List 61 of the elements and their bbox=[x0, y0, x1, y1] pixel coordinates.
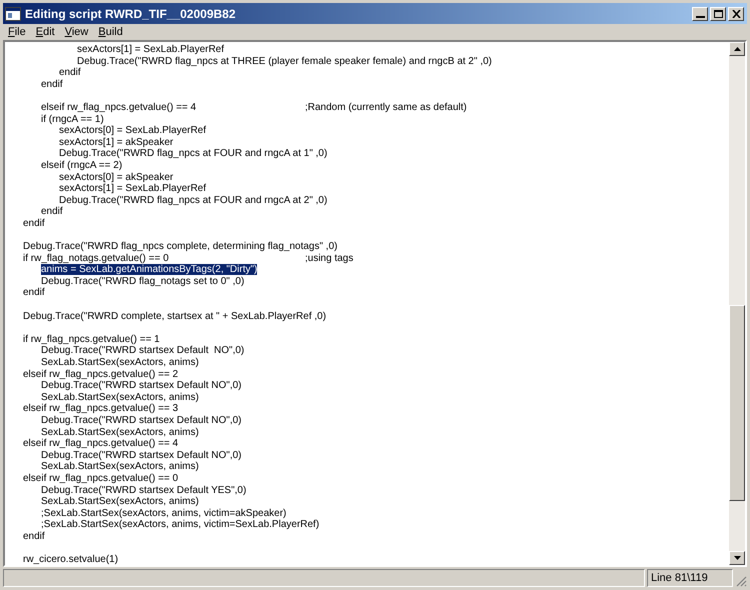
code-line: Debug.Trace("RWRD startsex Default YES",0) bbox=[41, 484, 246, 496]
resize-grip-icon bbox=[735, 575, 747, 587]
code-line: Debug.Trace("RWRD startsex Default NO",0) bbox=[41, 450, 242, 461]
menu-item[interactable]: Build bbox=[98, 24, 123, 40]
code-line: if rw_flag_notags.getvalue() == 0 bbox=[23, 252, 169, 264]
code-line: elseif rw_flag_npcs.getvalue() == 3 bbox=[23, 403, 178, 414]
code-line: SexLab.StartSex(sexActors, anims) bbox=[41, 357, 199, 368]
window-title: Editing script RWRD_TIF__02009B82 bbox=[25, 6, 237, 22]
code-line: if rw_flag_npcs.getvalue() == 1 bbox=[23, 334, 160, 345]
code-line: endif bbox=[59, 67, 81, 78]
minimize-button[interactable] bbox=[692, 6, 708, 20]
code-comment: ;Random (currently same as default) bbox=[305, 102, 467, 114]
code-line: elseif rw_flag_npcs.getvalue() == 4 bbox=[41, 102, 196, 113]
code-line: sexActors[0] = SexLab.PlayerRef bbox=[59, 125, 206, 136]
code-line: elseif rw_flag_npcs.getvalue() == 2 bbox=[23, 368, 178, 380]
menu-item[interactable]: Edit bbox=[36, 24, 55, 40]
code-line: endif bbox=[23, 287, 45, 298]
code-line: ;SexLab.StartSex(sexActors, anims, victim=SexLab.PlayerRef) bbox=[41, 519, 320, 530]
code-line: Debug.Trace("RWRD complete, startsex at " + SexLab.PlayerRef ,0) bbox=[23, 310, 326, 322]
code-line: elseif rw_flag_npcs.getvalue() == 4 bbox=[23, 438, 178, 450]
maximize-icon bbox=[714, 10, 722, 18]
code-line: Debug.Trace("RWRD flag_npcs at THREE (player female speaker female) and rngcB at 2" ,0) bbox=[77, 56, 492, 67]
code-line: Debug.Trace("RWRD startsex Default NO",0) bbox=[41, 345, 244, 356]
code-line: SexLab.StartSex(sexActors, anims) bbox=[41, 392, 199, 403]
menu-item[interactable]: View bbox=[64, 24, 88, 40]
code-line: sexActors[1] = SexLab.PlayerRef bbox=[77, 44, 224, 55]
down-arrow-icon bbox=[734, 556, 740, 560]
code-line: Debug.Trace("RWRD startsex Default NO",0) bbox=[41, 380, 242, 392]
scroll-down-button[interactable] bbox=[729, 551, 745, 565]
code-line: endif bbox=[23, 218, 45, 229]
window-icon bbox=[5, 6, 21, 20]
code-line: Debug.Trace("RWRD startsex Default NO",0) bbox=[41, 415, 242, 426]
line-position: Line 81\119 bbox=[651, 570, 708, 586]
code-line: endif bbox=[23, 530, 45, 542]
code-line: rw_cicero.setvalue(1) bbox=[23, 554, 118, 565]
scroll-up-button[interactable] bbox=[729, 42, 745, 56]
code-line: ;SexLab.StartSex(sexActors, anims, victim=akSpeaker) bbox=[41, 508, 286, 519]
code-line: elseif (rngcA == 2) bbox=[41, 160, 122, 171]
vertical-scrollbar[interactable] bbox=[729, 42, 745, 565]
code-line: sexActors[0] = akSpeaker bbox=[59, 172, 174, 183]
code-line: sexActors[1] = SexLab.PlayerRef bbox=[59, 183, 206, 194]
code-line: SexLab.StartSex(sexActors, anims) bbox=[41, 426, 199, 438]
code-line: SexLab.StartSex(sexActors, anims) bbox=[41, 496, 199, 508]
close-icon bbox=[732, 10, 740, 18]
code-line: Debug.Trace("RWRD flag_npcs complete, determining flag_notags" ,0) bbox=[23, 241, 338, 252]
maximize-button[interactable] bbox=[710, 6, 726, 20]
minimize-icon bbox=[696, 16, 704, 18]
up-arrow-icon bbox=[734, 47, 740, 51]
menu-item[interactable]: File bbox=[8, 24, 26, 40]
code-line: Debug.Trace("RWRD flag_npcs at FOUR and rngcA at 2" ,0) bbox=[59, 194, 328, 206]
code-line: endif bbox=[41, 78, 63, 90]
close-button[interactable] bbox=[728, 6, 744, 20]
code-line: SexLab.StartSex(sexActors, anims) bbox=[41, 461, 199, 472]
code-line: Debug.Trace("RWRD flag_notags set to 0" ,0) bbox=[41, 276, 244, 287]
code-line: sexActors[1] = akSpeaker bbox=[59, 136, 174, 148]
code-line: endif bbox=[41, 206, 63, 218]
code-line: Debug.Trace("RWRD flag_npcs at FOUR and rngcA at 1" ,0) bbox=[59, 148, 328, 160]
code-comment: ;using tags bbox=[305, 252, 354, 264]
code-line: if (rngcA == 1) bbox=[41, 114, 104, 125]
code-line: elseif rw_flag_npcs.getvalue() == 0 bbox=[23, 472, 178, 484]
scroll-thumb[interactable] bbox=[729, 305, 745, 501]
